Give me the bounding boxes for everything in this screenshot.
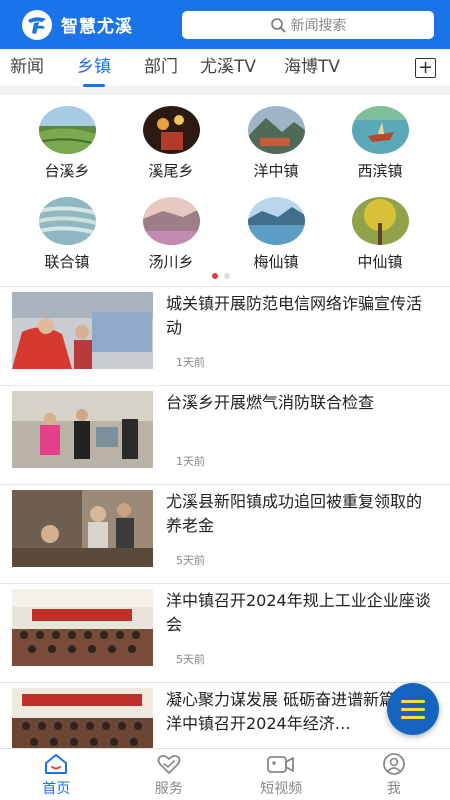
- tab-haibo-tv[interactable]: 海博TV: [284, 49, 340, 87]
- nav-label: 首页: [42, 780, 71, 797]
- town-item[interactable]: 溪尾乡: [131, 106, 211, 181]
- user-icon: [382, 752, 405, 775]
- carousel-dot: [224, 273, 230, 279]
- town-name: 洋中镇: [253, 162, 299, 180]
- town-item[interactable]: 洋中镇: [236, 106, 316, 181]
- town-name: 西滨镇: [357, 162, 403, 180]
- town-grid: 台溪乡 溪尾乡 洋中镇 西滨镇 联合镇 汤川乡 梅仙镇 中仙镇: [0, 95, 450, 284]
- nav-home[interactable]: 首页: [0, 749, 113, 800]
- news-title: 台溪乡开展燃气消防联合检查: [166, 393, 375, 412]
- town-item[interactable]: 西滨镇: [340, 106, 420, 181]
- mountain-village-photo: [247, 106, 305, 154]
- search-bar[interactable]: 新闻搜索: [182, 10, 434, 39]
- town-item[interactable]: 台溪乡: [27, 106, 107, 181]
- news-title: 尤溪县新阳镇成功追回被重复领取的养老金: [166, 492, 423, 535]
- nav-label: 短视频: [260, 780, 303, 797]
- town-name: 联合镇: [44, 253, 90, 271]
- app-root: 智慧尤溪 新闻搜索 新闻 乡镇 部门 尤溪TV 海博TV + 台溪乡 溪尾乡 洋…: [0, 0, 450, 800]
- news-time: 5天前: [176, 653, 205, 666]
- app-title: 智慧尤溪: [61, 17, 133, 37]
- town-name: 中仙镇: [357, 253, 403, 271]
- news-time: 1天前: [176, 455, 205, 468]
- street-publicity-photo: [12, 292, 153, 369]
- nav-label: 服务: [154, 780, 183, 797]
- news-time: 5天前: [176, 554, 205, 567]
- top-bar: 智慧尤溪 新闻搜索: [0, 0, 450, 49]
- news-item[interactable]: 尤溪县新阳镇成功追回被重复领取的养老金 5天前: [0, 484, 450, 583]
- heart-hands-icon: [157, 754, 181, 774]
- terraced-fields-photo: [38, 197, 96, 245]
- meeting-hall-photo: [12, 589, 153, 666]
- river-boat-photo: [351, 106, 409, 154]
- home-visit-photo: [12, 490, 153, 567]
- floating-menu-button[interactable]: [387, 683, 439, 735]
- section-divider: [0, 87, 450, 95]
- tab-towns[interactable]: 乡镇: [77, 49, 111, 87]
- menu-icon: [401, 699, 425, 703]
- town-name: 梅仙镇: [253, 253, 299, 271]
- home-icon: [45, 753, 68, 774]
- video-camera-icon: [267, 755, 295, 773]
- inspection-room-photo: [12, 391, 153, 468]
- tea-field-photo: [38, 106, 96, 154]
- tab-departments[interactable]: 部门: [144, 49, 178, 87]
- town-item[interactable]: 中仙镇: [340, 197, 420, 272]
- nav-short-video[interactable]: 短视频: [225, 749, 338, 800]
- tab-news[interactable]: 新闻: [10, 49, 44, 87]
- town-name: 台溪乡: [44, 162, 90, 180]
- news-list: 城关镇开展防范电信网络诈骗宣传活动 1天前 台溪乡开展燃气消防联合检查 1天前 …: [0, 286, 450, 781]
- tab-youxi-tv[interactable]: 尤溪TV: [200, 49, 256, 87]
- news-item[interactable]: 洋中镇召开2024年规上工业企业座谈会 5天前: [0, 583, 450, 682]
- autumn-tree-photo: [351, 197, 409, 245]
- town-item[interactable]: 联合镇: [27, 197, 107, 272]
- channel-tabs: 新闻 乡镇 部门 尤溪TV 海博TV +: [0, 49, 450, 87]
- search-icon: [270, 17, 285, 32]
- bottom-nav: 首页 服务 短视频 我: [0, 748, 450, 800]
- news-title: 城关镇开展防范电信网络诈骗宣传活动: [166, 294, 423, 337]
- lantern-performance-photo: [142, 106, 200, 154]
- carousel-dot-active: [212, 273, 218, 279]
- news-title: 洋中镇召开2024年规上工业企业座谈会: [166, 591, 431, 634]
- news-item[interactable]: 台溪乡开展燃气消防联合检查 1天前: [0, 385, 450, 484]
- nav-label: 我: [386, 780, 401, 797]
- nav-me[interactable]: 我: [338, 749, 450, 800]
- add-channel-icon[interactable]: +: [415, 58, 436, 78]
- flower-hills-photo: [142, 197, 200, 245]
- carousel-indicator: [212, 273, 230, 279]
- app-logo-icon: [22, 9, 52, 40]
- town-name: 溪尾乡: [148, 162, 194, 180]
- search-placeholder: 新闻搜索: [290, 17, 347, 34]
- nav-service[interactable]: 服务: [113, 749, 226, 800]
- town-item[interactable]: 汤川乡: [131, 197, 211, 272]
- news-time: 1天前: [176, 356, 205, 369]
- town-name: 汤川乡: [148, 253, 194, 271]
- lake-view-photo: [247, 197, 305, 245]
- news-item[interactable]: 城关镇开展防范电信网络诈骗宣传活动 1天前: [0, 286, 450, 385]
- town-item[interactable]: 梅仙镇: [236, 197, 316, 272]
